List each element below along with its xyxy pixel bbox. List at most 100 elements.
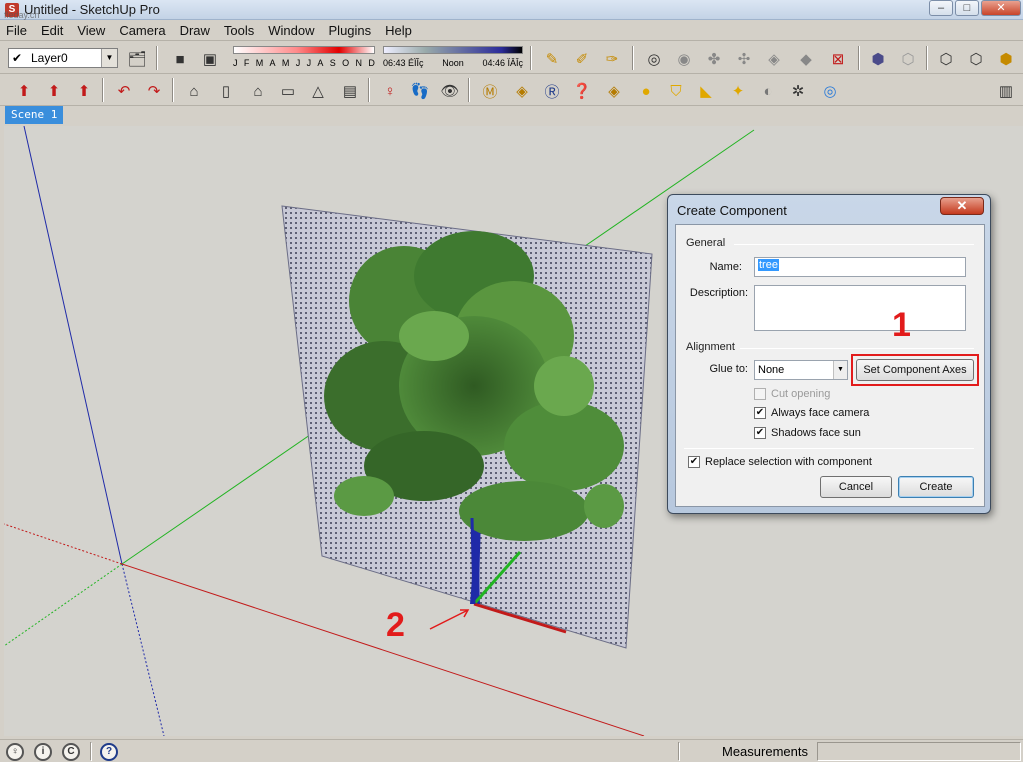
area-light-icon[interactable]: ✦ xyxy=(726,79,750,103)
glue-to-dropdown[interactable]: None ▼ xyxy=(754,360,848,380)
globe-icon[interactable]: ◐ xyxy=(756,79,780,103)
menu-help[interactable]: Help xyxy=(385,23,412,38)
shadows-face-sun-label: Shadows face sun xyxy=(771,427,861,439)
cut-opening-checkbox[interactable]: Cut opening xyxy=(754,388,830,400)
hidden-line-icon[interactable]: ⬡ xyxy=(964,47,988,71)
rotate-right-icon[interactable]: ↷ xyxy=(142,79,166,103)
display-shadows-icon[interactable]: ▣ xyxy=(198,47,222,71)
checkmark-icon[interactable]: ✔ xyxy=(754,407,766,419)
walk-icon[interactable]: 👣 xyxy=(408,79,432,103)
back-edges-icon[interactable]: ⬡ xyxy=(896,47,920,71)
toolbar-separator xyxy=(102,78,104,102)
create-button[interactable]: Create xyxy=(898,476,974,498)
wireframe-icon[interactable]: ⬡ xyxy=(934,47,958,71)
scale-icon[interactable]: ✲ xyxy=(786,79,810,103)
toolbar-separator xyxy=(368,78,370,102)
sandbox-tool-3-icon[interactable]: ⊠ xyxy=(826,47,850,71)
annotation-number-one: 1 xyxy=(892,306,911,344)
scene-tab[interactable]: Scene 1 xyxy=(5,106,64,124)
alignment-group-label: Alignment xyxy=(686,341,735,353)
iso-view-icon[interactable]: ⌂ xyxy=(182,79,206,103)
checkmark-icon[interactable]: ✔ xyxy=(688,456,700,468)
menu-camera[interactable]: Camera xyxy=(119,23,165,38)
menu-file[interactable]: File xyxy=(6,23,27,38)
menu-draw[interactable]: Draw xyxy=(180,23,210,38)
axis-j-icon[interactable]: ⬆ xyxy=(12,79,36,103)
annotation-number-two: 2 xyxy=(386,606,405,644)
position-camera-icon[interactable]: ♀ xyxy=(378,79,402,103)
geo-location-icon[interactable]: ♀ xyxy=(6,743,24,761)
month-label: J xyxy=(306,58,312,68)
drape-icon[interactable]: ◉ xyxy=(672,47,696,71)
sphere-light-icon[interactable]: ● xyxy=(634,79,658,103)
credits-icon[interactable]: i xyxy=(34,743,52,761)
add-detail-icon[interactable]: ✤ xyxy=(702,47,726,71)
component-icon[interactable]: ▥ xyxy=(994,79,1018,103)
xray-icon[interactable]: ⬢ xyxy=(866,47,890,71)
divider xyxy=(734,244,974,245)
status-divider xyxy=(90,742,92,761)
time-slider-track[interactable] xyxy=(383,46,523,54)
stamp-icon[interactable]: ◎ xyxy=(642,47,666,71)
shadow-settings-icon[interactable]: ■ xyxy=(168,47,192,71)
menu-plugins[interactable]: Plugins xyxy=(329,23,372,38)
top-view-icon[interactable]: ▯ xyxy=(214,79,238,103)
menu-view[interactable]: View xyxy=(77,23,105,38)
measurements-input[interactable] xyxy=(817,742,1021,761)
materials-m-icon[interactable]: Ⓜ xyxy=(478,79,502,103)
month-slider[interactable]: J F M A M J J A S O N D xyxy=(233,46,375,72)
month-label: F xyxy=(243,58,250,68)
flip-edge-icon[interactable]: ✣ xyxy=(732,47,756,71)
sandbox-from-contours-icon[interactable]: ✎ xyxy=(540,47,564,71)
menu-window[interactable]: Window xyxy=(268,23,314,38)
tag-settings-icon[interactable]: ◈ xyxy=(602,79,626,103)
cancel-button[interactable]: Cancel xyxy=(820,476,892,498)
paint-tag-icon[interactable]: ◈ xyxy=(510,79,534,103)
always-face-camera-checkbox[interactable]: ✔ Always face camera xyxy=(754,407,869,419)
point-light-icon[interactable]: ◣ xyxy=(694,79,718,103)
spot-light-icon[interactable]: ⛉ xyxy=(664,79,688,103)
menu-bar: File Edit View Camera Draw Tools Window … xyxy=(0,20,1023,41)
instructor-help-icon[interactable]: ? xyxy=(100,743,118,761)
back-view-icon[interactable]: △ xyxy=(306,79,330,103)
help-question-icon[interactable]: ❓ xyxy=(570,79,594,103)
month-slider-track[interactable] xyxy=(233,46,375,54)
shadows-face-sun-checkbox[interactable]: ✔ Shadows face sun xyxy=(754,427,861,439)
sandbox-from-scratch-icon[interactable]: ✐ xyxy=(570,47,594,71)
sandbox-tool-icon[interactable]: ◈ xyxy=(762,47,786,71)
shaded-icon[interactable]: ⬢ xyxy=(994,47,1018,71)
rotate-left-icon[interactable]: ↶ xyxy=(112,79,136,103)
time-slider[interactable]: 06:43 ÉÏÎç Noon 04:46 ÏÂÎç xyxy=(383,46,523,72)
name-field[interactable]: tree xyxy=(754,257,966,277)
axis-v-icon[interactable]: ⬆ xyxy=(42,79,66,103)
toolbar-separator xyxy=(632,46,634,70)
close-window-button[interactable]: ✕ xyxy=(981,0,1021,16)
description-field[interactable] xyxy=(754,285,966,331)
smoove-icon[interactable]: ✑ xyxy=(600,47,624,71)
copyright-icon[interactable]: C xyxy=(62,743,80,761)
layer-manager-icon[interactable]: 🗂 xyxy=(125,47,149,71)
menu-edit[interactable]: Edit xyxy=(41,23,63,38)
checkmark-icon[interactable]: ✔ xyxy=(754,427,766,439)
always-face-camera-label: Always face camera xyxy=(771,407,870,419)
left-view-icon[interactable]: ▤ xyxy=(338,79,362,103)
chevron-down-icon[interactable]: ▼ xyxy=(101,49,117,67)
look-around-icon[interactable]: 👁 xyxy=(438,79,462,103)
checkbox-box[interactable] xyxy=(754,388,766,400)
color-wheel-icon[interactable]: ◎ xyxy=(818,79,842,103)
front-view-icon[interactable]: ⌂ xyxy=(246,79,270,103)
chevron-down-icon[interactable]: ▼ xyxy=(833,361,847,379)
maximize-button[interactable]: □ xyxy=(955,0,979,16)
minimize-button[interactable]: – xyxy=(929,0,953,16)
right-view-icon[interactable]: ▭ xyxy=(276,79,300,103)
sandbox-tool-2-icon[interactable]: ◆ xyxy=(794,47,818,71)
render-r-icon[interactable]: Ⓡ xyxy=(540,79,564,103)
menu-tools[interactable]: Tools xyxy=(224,23,254,38)
axis-n-icon[interactable]: ⬆ xyxy=(72,79,96,103)
status-divider xyxy=(678,742,680,761)
layer-dropdown[interactable]: ✔ Layer0 ▼ xyxy=(8,48,118,68)
replace-selection-checkbox[interactable]: ✔ Replace selection with component xyxy=(688,456,872,468)
dialog-close-button[interactable]: ✕ xyxy=(940,197,984,215)
window-controls: – □ ✕ xyxy=(929,0,1021,16)
title-bar: S Untitled - SketchUp Pro fleday.cn – □ … xyxy=(0,0,1023,20)
